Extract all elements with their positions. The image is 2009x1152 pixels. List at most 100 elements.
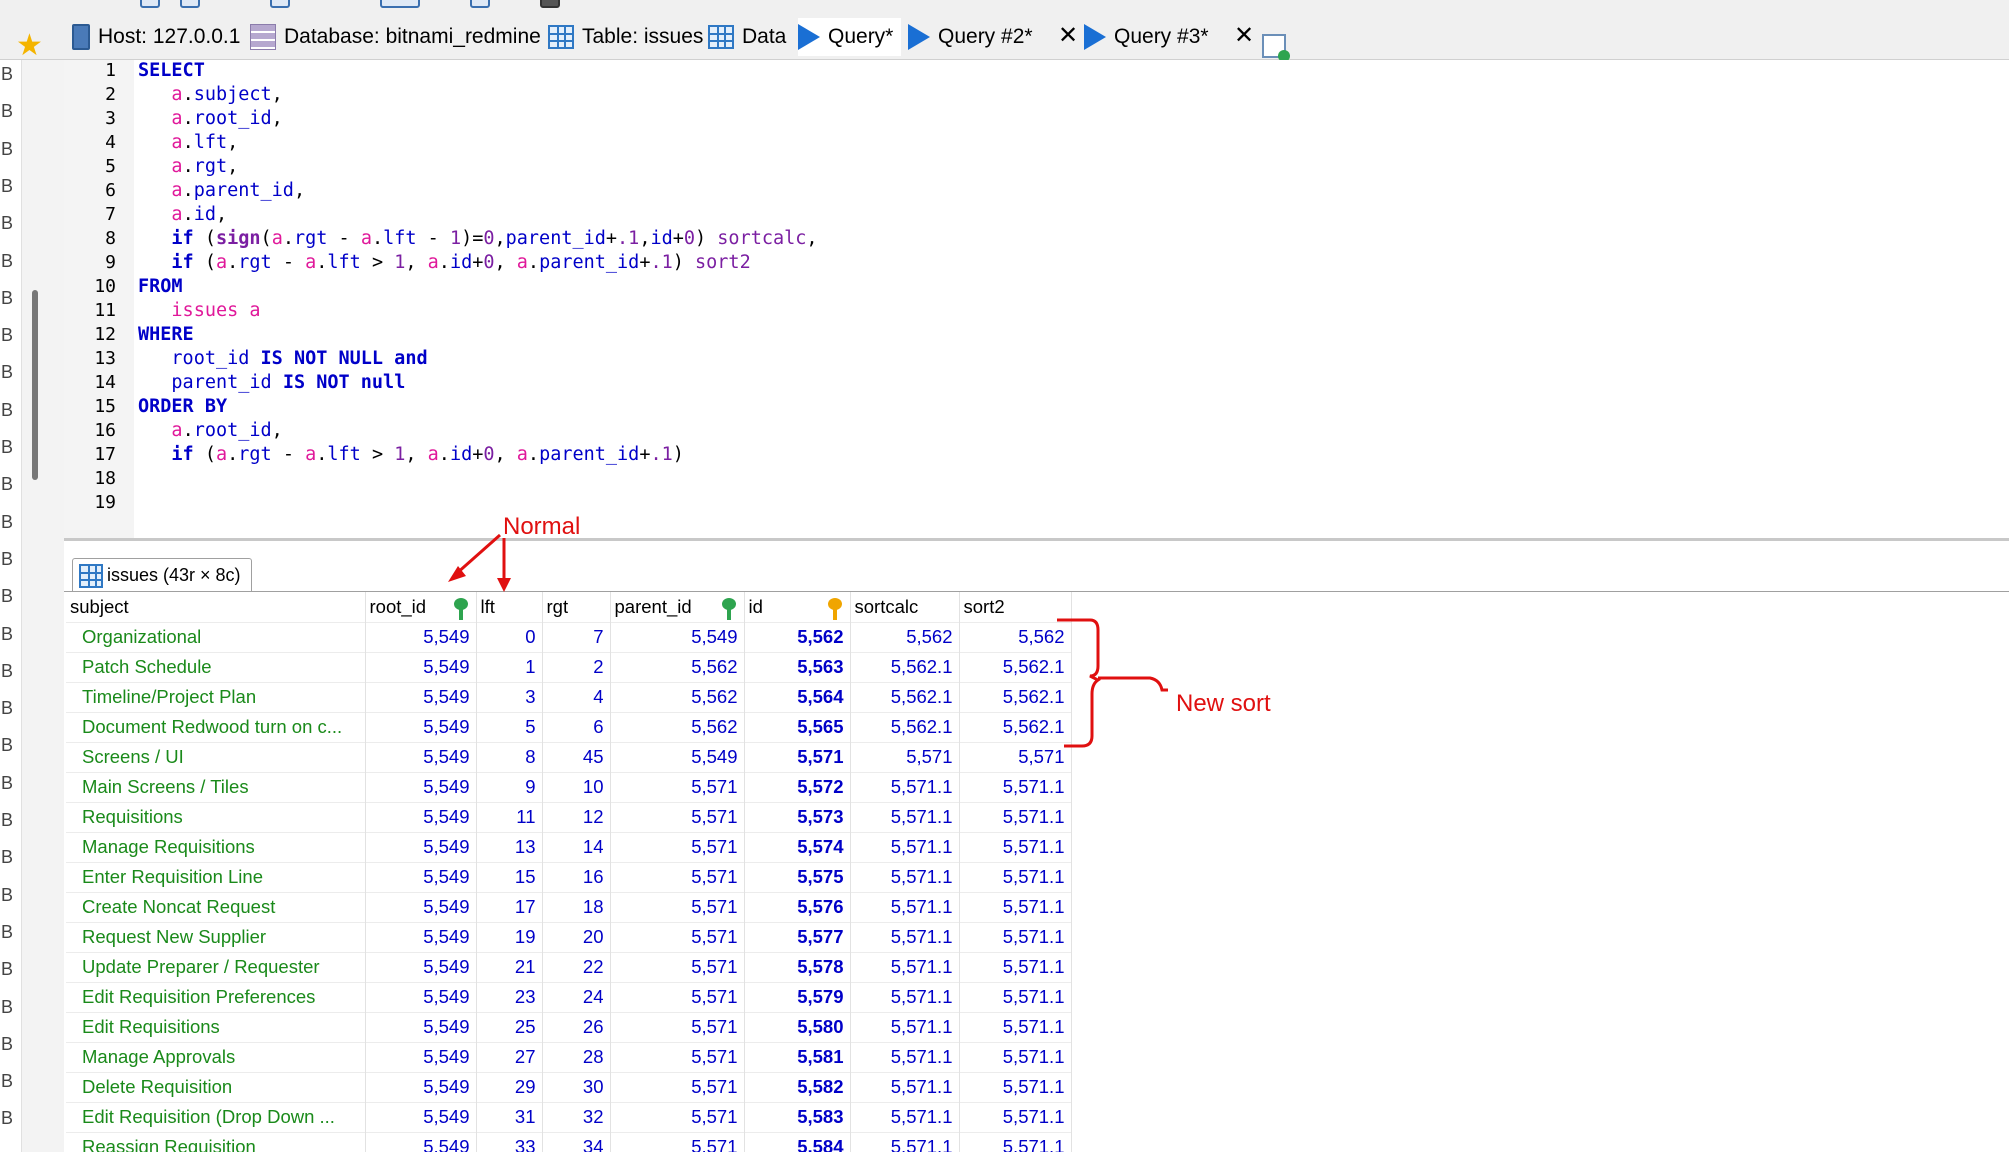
cell-lft[interactable]: 19 <box>476 921 543 952</box>
cell-sortcalc[interactable]: 5,571.1 <box>850 801 960 832</box>
tree-item-truncated[interactable]: B <box>1 139 13 160</box>
cell-root-id[interactable]: 5,549 <box>365 831 477 862</box>
cell-subject[interactable]: Reassign Requisition <box>66 1131 366 1152</box>
tree-item-truncated[interactable]: B <box>1 1071 13 1092</box>
cell-sortcalc[interactable]: 5,571.1 <box>850 951 960 982</box>
cell-rgt[interactable]: 12 <box>542 801 611 832</box>
cell-root-id[interactable]: 5,549 <box>365 741 477 772</box>
tree-item-truncated[interactable]: B <box>1 325 13 346</box>
cell-sort2[interactable]: 5,562.1 <box>959 651 1072 682</box>
cell-sort2[interactable]: 5,571.1 <box>959 981 1072 1012</box>
tree-item-truncated[interactable]: B <box>1 288 13 309</box>
cell-subject[interactable]: Patch Schedule <box>66 651 366 682</box>
cell-root-id[interactable]: 5,549 <box>365 891 477 922</box>
cell-subject[interactable]: Delete Requisition <box>66 1071 366 1102</box>
cell-parent-id[interactable]: 5,571 <box>610 771 745 802</box>
cell-subject[interactable]: Main Screens / Tiles <box>66 771 366 802</box>
cell-id[interactable]: 5,583 <box>744 1101 851 1132</box>
cell-sort2[interactable]: 5,571.1 <box>959 921 1072 952</box>
cell-root-id[interactable]: 5,549 <box>365 1131 477 1152</box>
table-row[interactable]: Main Screens / Tiles 5,549 9 10 5,571 5,572 5,… <box>66 771 1072 802</box>
tree-item-truncated[interactable]: B <box>1 549 13 570</box>
cell-subject[interactable]: Update Preparer / Requester <box>66 951 366 982</box>
cell-parent-id[interactable]: 5,562 <box>610 651 745 682</box>
table-row[interactable]: Edit Requisition (Drop Down ... 5,549 31 32… <box>66 1101 1072 1132</box>
cell-root-id[interactable]: 5,549 <box>365 1011 477 1042</box>
cell-rgt[interactable]: 2 <box>542 651 611 682</box>
tree-item-truncated[interactable]: B <box>1 997 13 1018</box>
cell-subject[interactable]: Edit Requisitions <box>66 1011 366 1042</box>
search-icon[interactable] <box>270 0 290 8</box>
cell-sortcalc[interactable]: 5,562.1 <box>850 711 960 742</box>
table-row[interactable]: Timeline/Project Plan 5,549 3 4 5,562 5,564 5,… <box>66 681 1072 712</box>
cell-parent-id[interactable]: 5,549 <box>610 621 745 652</box>
refresh-icon[interactable] <box>470 0 490 8</box>
cell-root-id[interactable]: 5,549 <box>365 861 477 892</box>
cell-id[interactable]: 5,578 <box>744 951 851 982</box>
column-header-sort2[interactable]: sort2 <box>959 592 1072 622</box>
cell-sort2[interactable]: 5,571.1 <box>959 771 1072 802</box>
cell-sortcalc[interactable]: 5,571.1 <box>850 861 960 892</box>
tree-item-truncated[interactable]: B <box>1 1034 13 1055</box>
cell-id[interactable]: 5,564 <box>744 681 851 712</box>
cell-parent-id[interactable]: 5,571 <box>610 981 745 1012</box>
tree-scrollbar-thumb[interactable] <box>32 290 38 480</box>
cell-parent-id[interactable]: 5,571 <box>610 1131 745 1152</box>
cell-id[interactable]: 5,565 <box>744 711 851 742</box>
cell-sortcalc[interactable]: 5,571.1 <box>850 1131 960 1152</box>
tree-item-truncated[interactable]: B <box>1 474 13 495</box>
cell-parent-id[interactable]: 5,562 <box>610 711 745 742</box>
cell-id[interactable]: 5,579 <box>744 981 851 1012</box>
cell-sort2[interactable]: 5,571.1 <box>959 1041 1072 1072</box>
cell-subject[interactable]: Screens / UI <box>66 741 366 772</box>
results-grid[interactable]: subject root_id lft rgt parent_id id sor… <box>66 592 1072 1152</box>
cell-rgt[interactable]: 10 <box>542 771 611 802</box>
cell-id[interactable]: 5,573 <box>744 801 851 832</box>
cell-rgt[interactable]: 16 <box>542 861 611 892</box>
cell-parent-id[interactable]: 5,571 <box>610 831 745 862</box>
cell-rgt[interactable]: 32 <box>542 1101 611 1132</box>
cell-sortcalc[interactable]: 5,571.1 <box>850 1071 960 1102</box>
cell-lft[interactable]: 17 <box>476 891 543 922</box>
cell-sort2[interactable]: 5,571 <box>959 741 1072 772</box>
cell-sortcalc[interactable]: 5,562.1 <box>850 651 960 682</box>
open-icon[interactable] <box>180 0 200 8</box>
cell-sortcalc[interactable]: 5,571.1 <box>850 981 960 1012</box>
tree-item-truncated[interactable]: B <box>1 661 13 682</box>
cell-root-id[interactable]: 5,549 <box>365 651 477 682</box>
tree-item-truncated[interactable]: B <box>1 176 13 197</box>
cell-lft[interactable]: 33 <box>476 1131 543 1152</box>
tree-scrollbar-track[interactable] <box>22 60 64 1152</box>
cell-lft[interactable]: 31 <box>476 1101 543 1132</box>
tree-item-truncated[interactable]: B <box>1 810 13 831</box>
cell-sort2[interactable]: 5,562 <box>959 621 1072 652</box>
table-row[interactable]: Delete Requisition 5,549 29 30 5,571 5,582 5,5… <box>66 1071 1072 1102</box>
column-header-root-id[interactable]: root_id <box>365 592 477 622</box>
cell-sort2[interactable]: 5,571.1 <box>959 831 1072 862</box>
cell-parent-id[interactable]: 5,571 <box>610 1071 745 1102</box>
column-header-subject[interactable]: subject <box>66 592 366 622</box>
cell-sort2[interactable]: 5,571.1 <box>959 1101 1072 1132</box>
cell-parent-id[interactable]: 5,562 <box>610 681 745 712</box>
cell-rgt[interactable]: 28 <box>542 1041 611 1072</box>
cell-parent-id[interactable]: 5,571 <box>610 891 745 922</box>
cell-parent-id[interactable]: 5,571 <box>610 861 745 892</box>
cell-rgt[interactable]: 45 <box>542 741 611 772</box>
cell-root-id[interactable]: 5,549 <box>365 1101 477 1132</box>
cell-root-id[interactable]: 5,549 <box>365 711 477 742</box>
cell-parent-id[interactable]: 5,571 <box>610 801 745 832</box>
cell-root-id[interactable]: 5,549 <box>365 981 477 1012</box>
cell-root-id[interactable]: 5,549 <box>365 681 477 712</box>
cell-root-id[interactable]: 5,549 <box>365 801 477 832</box>
cell-sortcalc[interactable]: 5,571.1 <box>850 771 960 802</box>
table-row[interactable]: Manage Approvals 5,549 27 28 5,571 5,581 5,571… <box>66 1041 1072 1072</box>
table-row[interactable]: Screens / UI 5,549 8 45 5,549 5,571 5,571 5,571 <box>66 741 1072 772</box>
column-header-lft[interactable]: lft <box>476 592 543 622</box>
cell-root-id[interactable]: 5,549 <box>365 621 477 652</box>
cell-lft[interactable]: 23 <box>476 981 543 1012</box>
tree-item-truncated[interactable]: B <box>1 437 13 458</box>
tree-item-truncated[interactable]: B <box>1 64 13 85</box>
tree-item-truncated[interactable]: B <box>1 847 13 868</box>
cell-rgt[interactable]: 34 <box>542 1131 611 1152</box>
star-icon[interactable]: ★ <box>16 31 43 61</box>
